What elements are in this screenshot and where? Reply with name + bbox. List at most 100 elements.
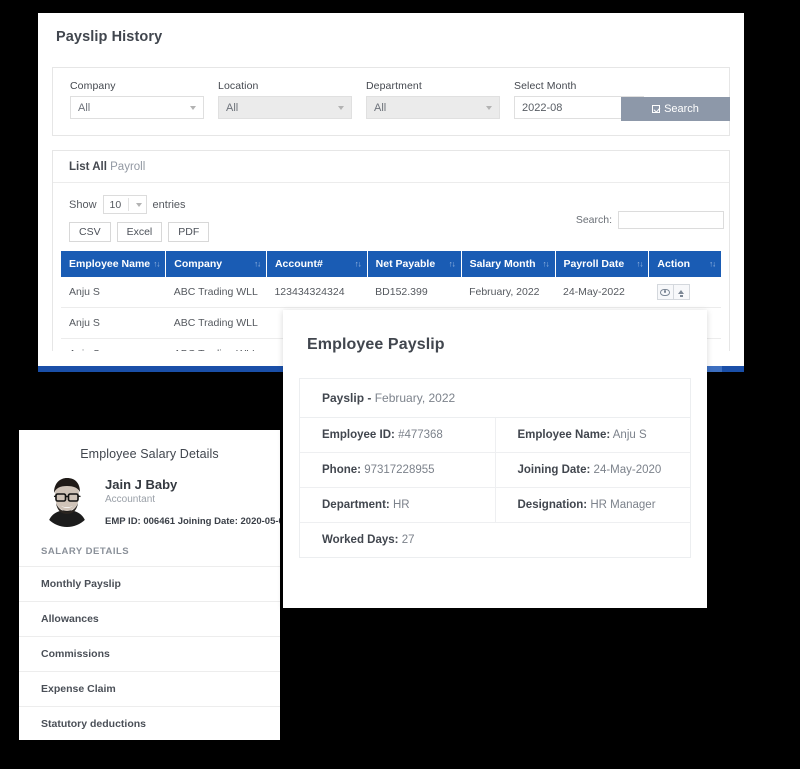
entries-divider <box>127 198 129 211</box>
department-select[interactable]: All <box>366 96 500 119</box>
show-label: Show <box>69 198 97 211</box>
upload-icon <box>678 290 685 297</box>
sort-icon: ↑↓ <box>709 259 716 269</box>
filter-company: Company All <box>70 80 204 119</box>
employee-name: Jain J Baby <box>105 477 178 492</box>
filter-location: Location All <box>218 80 352 119</box>
list-heading-strong: List All <box>69 161 107 173</box>
field-employee-id: Employee ID: #477368 <box>300 418 496 453</box>
employee-meta: Jain J Baby Accountant EMP ID: 006461 Jo… <box>105 475 280 527</box>
list-item[interactable]: Allowances <box>19 602 280 637</box>
avatar-photo <box>41 475 93 527</box>
column-employee-name[interactable]: Employee Name ↑↓ <box>61 251 167 277</box>
screenshot-root: Payslip History Company All Location All <box>0 0 800 769</box>
field-phone: Phone: 97317228955 <box>300 452 496 488</box>
cell-company: ABC Trading WLL <box>165 277 267 308</box>
cell-account: 123434324324 <box>266 277 368 308</box>
chevron-down-icon <box>338 105 344 110</box>
eye-icon <box>660 288 671 296</box>
sort-icon: ↑↓ <box>253 259 261 269</box>
column-salary-month[interactable]: Salary Month ↑↓ <box>461 251 556 277</box>
cell-employee-name: Anju S <box>61 277 166 308</box>
export-excel-button[interactable]: Excel <box>116 222 163 242</box>
list-item[interactable]: Statutory deductions <box>19 707 280 740</box>
payslip-field-row: Employee ID: #477368 Employee Name: Anju… <box>300 418 690 453</box>
list-item[interactable]: Expense Claim <box>19 672 280 707</box>
column-action[interactable]: Action ↑↓ <box>648 251 721 277</box>
modal-title: Employee Payslip <box>307 336 445 353</box>
table-search-input[interactable] <box>618 211 724 229</box>
search-button[interactable]: Search <box>621 97 730 121</box>
payslip-fields-table: Employee ID: #477368 Employee Name: Anju… <box>300 418 690 557</box>
field-department: Department: HR <box>300 487 496 523</box>
checkbox-check-icon <box>652 105 661 113</box>
salary-details-list: Monthly Payslip Allowances Commissions E… <box>19 566 280 740</box>
upload-payslip-button[interactable] <box>673 284 690 300</box>
cell-action <box>648 277 721 308</box>
table-header-row: Employee Name ↑↓ Company ↑↓ Account# ↑↓ Net… <box>61 251 721 277</box>
list-item[interactable]: Monthly Payslip <box>19 566 280 602</box>
company-label: Company <box>70 80 116 92</box>
export-csv-button[interactable]: CSV <box>69 222 111 242</box>
avatar <box>41 475 93 527</box>
search-button-label: Search <box>664 103 699 115</box>
payslip-field-row: Department: HR Designation: HR Manager <box>300 487 690 523</box>
entries-select[interactable]: 10 <box>102 195 147 214</box>
location-select[interactable]: All <box>218 96 352 119</box>
column-net-payable[interactable]: Net Payable ↑↓ <box>367 251 462 277</box>
sort-icon: ↑↓ <box>153 259 160 269</box>
cell-company: ABC Trading WLL <box>165 307 267 339</box>
location-label: Location <box>218 80 259 92</box>
column-company[interactable]: Company ↑↓ <box>165 251 267 277</box>
list-heading-light: Payroll <box>110 161 146 173</box>
chevron-down-icon <box>190 105 196 110</box>
payslip-field-row: Worked Days: 27 <box>300 523 690 558</box>
employee-summary: Jain J Baby Accountant EMP ID: 006461 Jo… <box>19 461 280 527</box>
payslip-label: Payslip - <box>322 391 372 405</box>
location-select-value: All <box>226 101 239 114</box>
export-pdf-button[interactable]: PDF <box>168 222 210 242</box>
cell-company: ABC Trading WLL <box>165 338 267 351</box>
company-select-value: All <box>78 101 91 114</box>
month-input-value: 2022-08 <box>522 101 563 114</box>
department-select-value: All <box>374 101 387 114</box>
payslip-header: Payslip - February, 2022 <box>300 379 690 418</box>
cell-salary-month: February, 2022 <box>461 277 555 308</box>
sort-icon: ↑↓ <box>354 259 362 269</box>
list-panel-heading: List All Payroll <box>53 151 729 183</box>
salary-card-title: Employee Salary Details <box>80 447 219 461</box>
field-employee-name: Employee Name: Anju S <box>495 418 690 453</box>
employee-id-joining-line: EMP ID: 006461 Joining Date: 2020-05-06 <box>105 516 280 527</box>
field-joining-date: Joining Date: 24-May-2020 <box>495 452 690 488</box>
filter-department: Department All <box>366 80 500 119</box>
field-designation: Designation: HR Manager <box>495 487 690 523</box>
chevron-down-icon <box>486 105 492 110</box>
salary-details-section-label: SALARY DETAILS <box>41 546 130 557</box>
field-empty <box>495 523 690 558</box>
chevron-down-icon <box>135 202 142 207</box>
month-label: Select Month <box>514 80 577 92</box>
sort-icon: ↑↓ <box>448 259 456 269</box>
payslip-detail-card: Payslip - February, 2022 Employee ID: #4… <box>299 378 691 558</box>
employee-payslip-modal: Employee Payslip Payslip - February, 202… <box>283 310 707 608</box>
entries-value: 10 <box>109 198 122 211</box>
payslip-month: February, 2022 <box>374 391 456 405</box>
cell-employee-name: Anju S <box>61 338 166 351</box>
company-select[interactable]: All <box>70 96 204 119</box>
field-worked-days: Worked Days: 27 <box>322 534 415 546</box>
list-item[interactable]: Commissions <box>19 637 280 672</box>
column-payroll-date[interactable]: Payroll Date ↑↓ <box>555 251 650 277</box>
entries-label: entries <box>152 198 186 211</box>
table-search-control: Search: <box>576 211 724 229</box>
view-payslip-button[interactable] <box>656 284 674 300</box>
employee-salary-details-card: Employee Salary Details Jain J Baby Acco… <box>19 430 280 740</box>
cell-net-payable: BD152.399 <box>367 277 462 308</box>
cell-employee-name: Anju S <box>61 307 166 339</box>
column-account[interactable]: Account# ↑↓ <box>266 251 368 277</box>
row-action-buttons <box>656 284 690 300</box>
sort-icon: ↑↓ <box>542 259 550 269</box>
table-row: Anju S ABC Trading WLL 123434324324 BD15… <box>61 277 721 308</box>
filter-panel: Company All Location All Department All … <box>52 67 730 136</box>
payslip-field-row: Phone: 97317228955 Joining Date: 24-May-… <box>300 452 690 488</box>
page-title: Payslip History <box>56 29 163 45</box>
